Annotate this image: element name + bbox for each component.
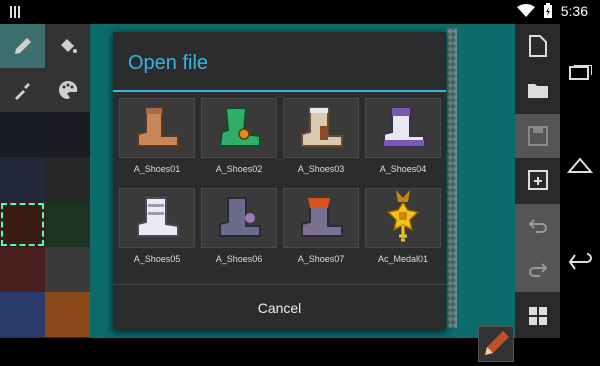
file-name: A_Shoes06 (215, 254, 263, 264)
color-swatch[interactable] (45, 157, 90, 202)
fill-tool-button[interactable] (45, 24, 90, 68)
color-swatch[interactable] (45, 292, 90, 337)
file-thumbnail (119, 98, 195, 158)
pencil-icon (14, 38, 31, 54)
boot-icon (301, 107, 343, 147)
system-nav-bar (560, 24, 600, 338)
file-thumbnail (365, 188, 441, 248)
save-as-icon (527, 170, 548, 190)
back-button[interactable] (566, 248, 594, 276)
boot-icon (301, 198, 343, 237)
current-tool-preview (478, 326, 514, 362)
recent-apps-button[interactable] (566, 60, 594, 88)
color-swatch[interactable] (45, 112, 90, 157)
grid-button[interactable] (515, 294, 560, 338)
status-bar: 5:36 (0, 0, 600, 24)
file-thumbnail (283, 98, 359, 158)
left-tool-panel (0, 24, 90, 338)
pencil-cursor-icon (485, 331, 509, 355)
file-name: A_Shoes01 (133, 164, 181, 174)
new-file-icon (528, 35, 547, 57)
eyedropper-tool-button[interactable] (0, 68, 45, 112)
new-file-button[interactable] (515, 24, 560, 68)
battery-icon (543, 3, 552, 18)
color-swatch[interactable] (0, 247, 45, 292)
file-name: A_Shoes07 (297, 254, 345, 264)
right-tool-panel (515, 24, 560, 338)
grid-icon (528, 307, 547, 325)
redo-button[interactable] (515, 248, 560, 292)
file-thumbnail (283, 188, 359, 248)
file-tile[interactable]: A_Shoes07 (283, 188, 359, 274)
file-tile[interactable]: A_Shoes01 (119, 98, 195, 184)
file-tile[interactable]: A_Shoes05 (119, 188, 195, 274)
redo-icon (528, 263, 547, 277)
file-name: A_Shoes04 (379, 164, 427, 174)
file-name: A_Shoes05 (133, 254, 181, 264)
eyedropper-icon (14, 83, 30, 100)
fill-bucket-icon (60, 39, 77, 53)
palette-tool-button[interactable] (45, 68, 90, 112)
file-thumbnail (201, 188, 277, 248)
open-folder-icon (527, 84, 548, 98)
home-icon (567, 157, 593, 173)
file-tile[interactable]: A_Shoes04 (365, 98, 441, 184)
recent-apps-icon (569, 65, 592, 80)
open-file-dialog: Open file A_Shoes01 A_Shoes02 A_Shoes03 … (113, 32, 446, 330)
boot-icon (137, 197, 179, 237)
save-button[interactable] (515, 114, 560, 158)
wifi-icon (516, 4, 535, 17)
color-swatch[interactable] (45, 247, 90, 292)
notification-bars-icon (10, 5, 24, 18)
undo-button[interactable] (515, 204, 560, 248)
file-thumbnail (119, 188, 195, 248)
boot-icon (383, 107, 425, 147)
title-divider (113, 90, 446, 92)
file-tile[interactable]: A_Shoes02 (201, 98, 277, 184)
file-name: Ac_Medal01 (377, 254, 429, 264)
home-button[interactable] (566, 152, 594, 180)
color-swatch[interactable] (0, 157, 45, 202)
palette-icon (58, 80, 77, 99)
boot-icon (137, 107, 179, 147)
dialog-title: Open file (128, 52, 209, 74)
back-icon (568, 253, 592, 270)
dialog-button-bar: Cancel (113, 284, 446, 331)
color-swatch[interactable] (45, 202, 90, 247)
undo-icon (528, 219, 547, 233)
file-thumbnail (365, 98, 441, 158)
file-thumbnail (201, 98, 277, 158)
save-icon (527, 126, 548, 146)
open-file-button[interactable] (515, 68, 560, 112)
boot-icon (219, 197, 261, 237)
color-palette (0, 112, 90, 338)
cancel-button[interactable]: Cancel (113, 285, 446, 331)
color-swatch[interactable] (0, 112, 45, 157)
medal-icon (386, 190, 420, 242)
file-name: A_Shoes03 (297, 164, 345, 174)
canvas-border (447, 28, 457, 328)
file-name: A_Shoes02 (215, 164, 263, 174)
color-swatch-selected[interactable] (0, 202, 45, 247)
clock: 5:36 (560, 3, 588, 19)
save-as-button[interactable] (515, 158, 560, 202)
file-tile[interactable]: A_Shoes03 (283, 98, 359, 184)
color-swatch[interactable] (0, 292, 45, 337)
boot-icon (218, 107, 261, 147)
pencil-tool-button[interactable] (0, 24, 45, 68)
file-tile[interactable]: A_Shoes06 (201, 188, 277, 274)
file-tile[interactable]: Ac_Medal01 (365, 188, 441, 274)
